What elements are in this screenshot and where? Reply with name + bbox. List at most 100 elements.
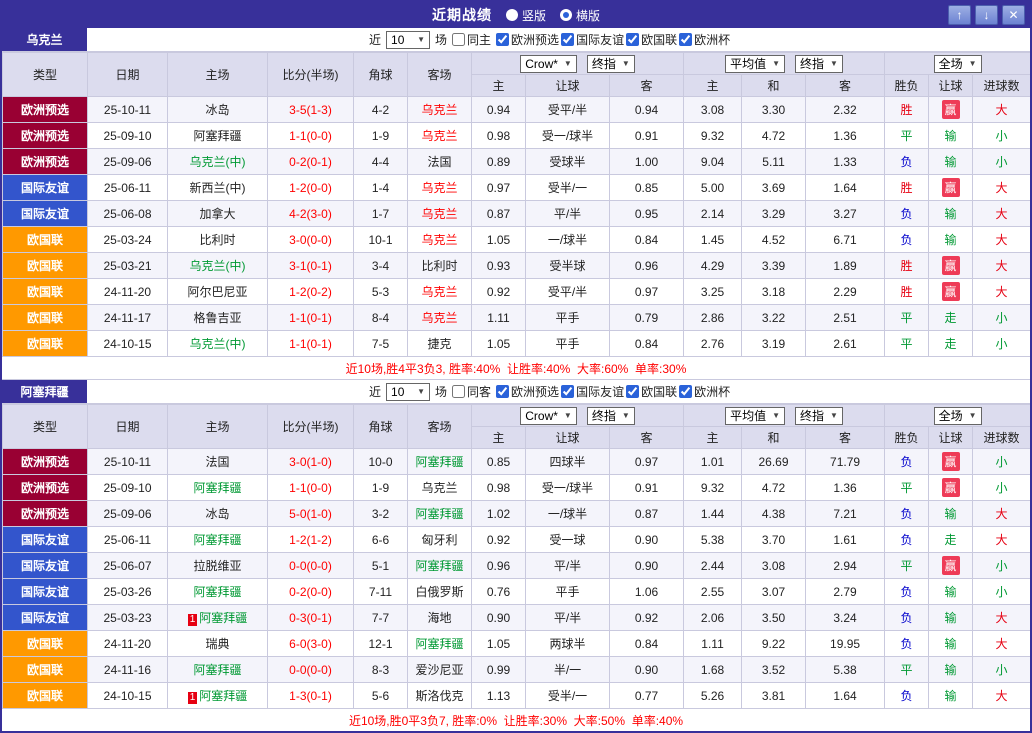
match-count-select[interactable]: 10▼: [386, 383, 430, 401]
handicap-result-cell: 赢: [929, 449, 973, 475]
home-team-cell: 阿塞拜疆: [168, 475, 268, 501]
goals-cell: 小: [973, 553, 1031, 579]
scope-select[interactable]: 全场▼: [934, 407, 982, 425]
league-filter-checkbox[interactable]: [496, 385, 509, 398]
handicap-result-badge: 赢: [942, 256, 960, 275]
move-down-button[interactable]: ↓: [975, 5, 998, 25]
handicap-result-badge: 走: [943, 335, 958, 352]
odds-home-cell: 0.97: [472, 175, 526, 201]
result-cell: 胜: [885, 253, 929, 279]
league-filter[interactable]: 欧国联: [626, 31, 677, 48]
scope-select[interactable]: 全场▼: [934, 55, 982, 73]
result-cell: 负: [885, 683, 929, 709]
match-count-select[interactable]: 10▼: [386, 31, 430, 49]
same-venue-filter[interactable]: 同主: [452, 31, 491, 48]
avg-away-cell: 19.95: [806, 631, 885, 657]
league-cell: 欧国联: [3, 683, 88, 709]
window-titlebar: 近期战绩 竖版 横版 ↑ ↓ ✕: [2, 2, 1030, 28]
avg-away-cell: 2.29: [806, 279, 885, 305]
home-team-cell: 乌克兰(中): [168, 149, 268, 175]
column-header-date: 日期: [88, 53, 168, 97]
column-header-date: 日期: [88, 405, 168, 449]
avg-draw-cell: 3.39: [742, 253, 806, 279]
odds-home-cell: 0.98: [472, 123, 526, 149]
odds-away-cell: 0.91: [610, 123, 684, 149]
result-cell: 负: [885, 449, 929, 475]
avg-draw-cell: 3.18: [742, 279, 806, 305]
sub-column-header: 让球: [526, 427, 610, 449]
results-body: 欧洲预选25-10-11冰岛3-5(1-3)4-2乌克兰0.94受平/半0.94…: [3, 97, 1031, 357]
avg-away-cell: 3.24: [806, 605, 885, 631]
league-filter[interactable]: 欧洲杯: [679, 383, 730, 400]
odds-time-select[interactable]: 终指▼: [587, 55, 635, 73]
avg-source-select[interactable]: 平均值▼: [725, 55, 785, 73]
league-filter[interactable]: 欧洲预选: [496, 383, 559, 400]
date-cell: 25-03-21: [88, 253, 168, 279]
league-filter[interactable]: 国际友谊: [561, 383, 624, 400]
handicap-line-cell: 受平/半: [526, 279, 610, 305]
league-filter-checkbox[interactable]: [561, 385, 574, 398]
corners-cell: 10-1: [354, 227, 408, 253]
sub-column-header: 和: [742, 427, 806, 449]
corners-cell: 7-11: [354, 579, 408, 605]
handicap-result-badge: 输: [943, 231, 958, 248]
league-filter-label: 欧国联: [641, 383, 677, 400]
home-team-cell: 冰岛: [168, 97, 268, 123]
results-table: 类型 日期 主场 比分(半场) 角球 客场 Crow*▼ 终指▼ 平均值: [2, 404, 1031, 709]
avg-away-cell: 1.33: [806, 149, 885, 175]
same-venue-checkbox[interactable]: [452, 33, 465, 46]
odds-source-select[interactable]: Crow*▼: [520, 407, 577, 425]
handicap-line-cell: 半/一: [526, 657, 610, 683]
odds-home-cell: 1.05: [472, 631, 526, 657]
avg-away-cell: 2.79: [806, 579, 885, 605]
league-filter[interactable]: 欧洲杯: [679, 31, 730, 48]
avg-draw-cell: 3.50: [742, 605, 806, 631]
corners-cell: 4-4: [354, 149, 408, 175]
goals-cell: 小: [973, 579, 1031, 605]
avg-time-select[interactable]: 终指▼: [795, 407, 843, 425]
corners-cell: 1-4: [354, 175, 408, 201]
same-venue-checkbox[interactable]: [452, 385, 465, 398]
view-vertical-radio[interactable]: 竖版: [506, 7, 546, 24]
result-cell: 平: [885, 305, 929, 331]
league-filter-checkbox[interactable]: [561, 33, 574, 46]
league-filter[interactable]: 欧国联: [626, 383, 677, 400]
league-filter-checkbox[interactable]: [626, 385, 639, 398]
date-cell: 25-03-24: [88, 227, 168, 253]
avg-draw-cell: 4.72: [742, 475, 806, 501]
close-button[interactable]: ✕: [1002, 5, 1025, 25]
odds-time-select[interactable]: 终指▼: [587, 407, 635, 425]
match-row: 国际友谊25-03-26阿塞拜疆0-2(0-0)7-11白俄罗斯0.76平手1.…: [3, 579, 1031, 605]
move-up-button[interactable]: ↑: [948, 5, 971, 25]
odds-source-select[interactable]: Crow*▼: [520, 55, 577, 73]
league-cell: 国际友谊: [3, 201, 88, 227]
handicap-result-badge: 走: [943, 531, 958, 548]
avg-home-cell: 3.25: [684, 279, 742, 305]
same-venue-label: 同客: [467, 383, 491, 400]
handicap-result-badge: 输: [943, 609, 958, 626]
match-row: 国际友谊25-03-231阿塞拜疆0-3(0-1)7-7海地0.90平/半0.9…: [3, 605, 1031, 631]
view-horizontal-radio[interactable]: 横版: [560, 7, 600, 24]
home-team-cell: 冰岛: [168, 501, 268, 527]
window-buttons: ↑ ↓ ✕: [948, 5, 1025, 25]
column-header-score: 比分(半场): [268, 405, 354, 449]
avg-time-select[interactable]: 终指▼: [795, 55, 843, 73]
league-filter[interactable]: 国际友谊: [561, 31, 624, 48]
column-header-home: 主场: [168, 405, 268, 449]
league-filter-checkbox[interactable]: [496, 33, 509, 46]
league-filter[interactable]: 欧洲预选: [496, 31, 559, 48]
league-filter-checkbox[interactable]: [679, 385, 692, 398]
radio-icon: [506, 9, 518, 21]
handicap-line-cell: 平手: [526, 331, 610, 357]
sub-column-header: 主: [684, 427, 742, 449]
corners-cell: 8-3: [354, 657, 408, 683]
team-section-ukraine: 乌克兰 近 10▼ 场 同主 欧洲预选国际友谊欧国联欧洲杯: [2, 28, 1030, 380]
avg-source-select[interactable]: 平均值▼: [725, 407, 785, 425]
odds-home-cell: 0.99: [472, 657, 526, 683]
avg-draw-cell: 3.70: [742, 527, 806, 553]
odds-away-cell: 0.84: [610, 227, 684, 253]
league-filter-checkbox[interactable]: [626, 33, 639, 46]
score-cell: 5-0(1-0): [268, 501, 354, 527]
league-filter-checkbox[interactable]: [679, 33, 692, 46]
same-venue-filter[interactable]: 同客: [452, 383, 491, 400]
